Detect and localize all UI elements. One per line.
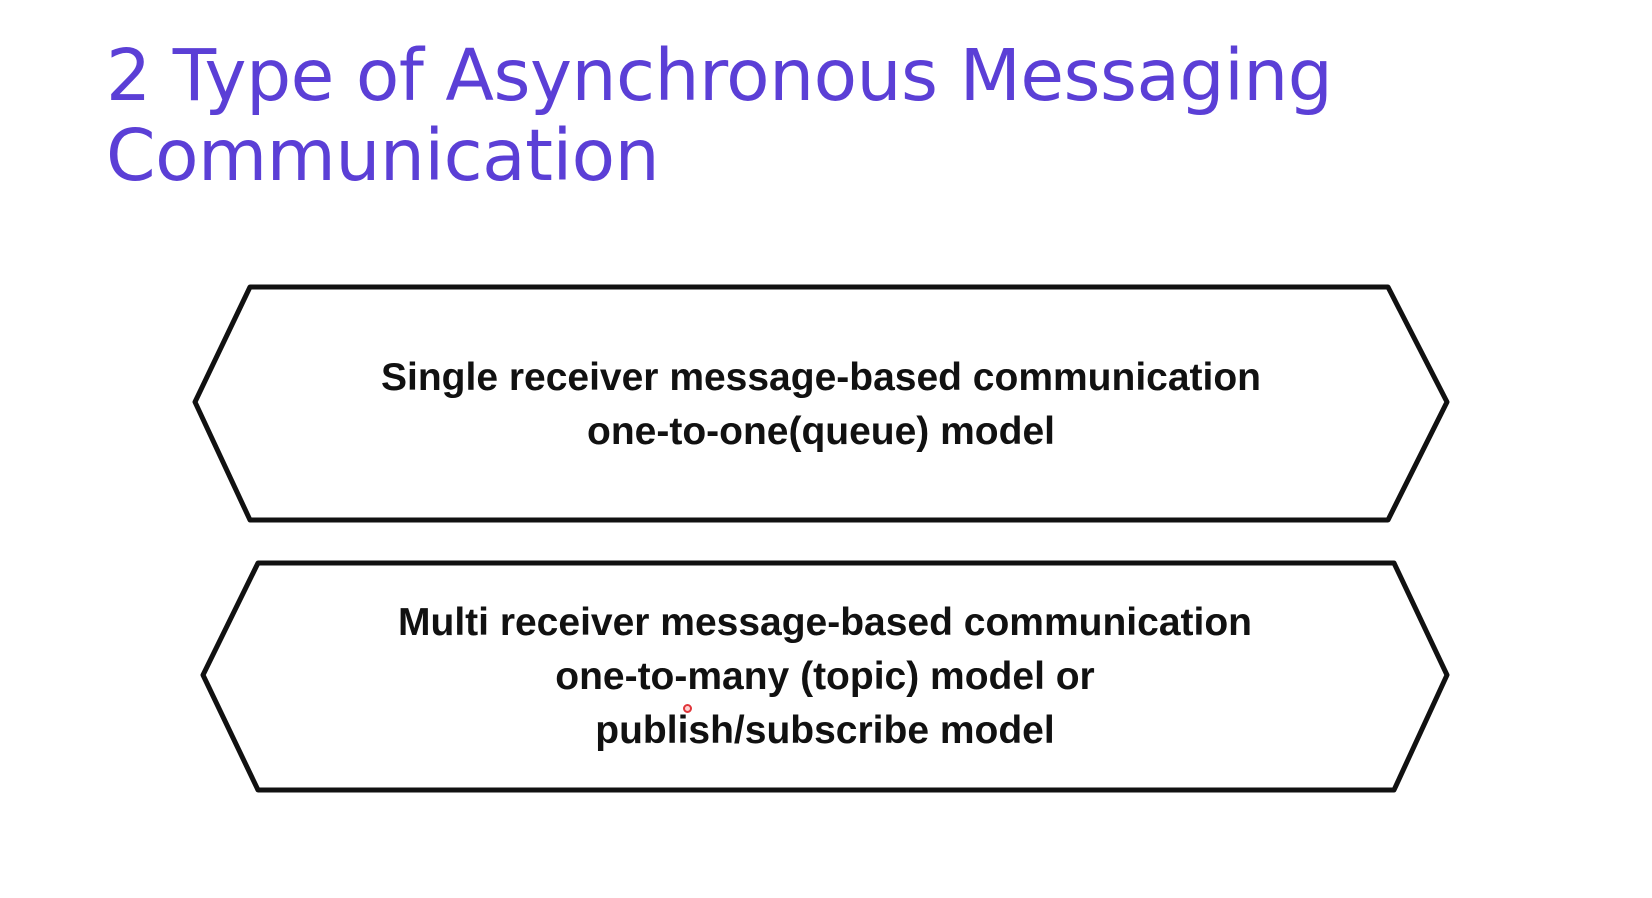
multi-receiver-line-1: Multi receiver message-based communicati… — [398, 601, 1252, 644]
slide-title: 2 Type of Asynchronous Messaging Communi… — [106, 36, 1586, 196]
slide-title-line-2: Communication — [106, 114, 660, 197]
multi-receiver-line-2: one-to-many (topic) model or — [555, 655, 1095, 698]
cursor-indicator-icon — [683, 704, 692, 713]
single-receiver-text: Single receiver message-based communicat… — [190, 282, 1452, 527]
multi-receiver-line-3: publish/subscribe model — [595, 709, 1055, 752]
single-receiver-shape: Single receiver message-based communicat… — [190, 282, 1452, 527]
single-receiver-line-2: one-to-one(queue) model — [587, 409, 1055, 453]
slide-title-line-1: 2 Type of Asynchronous Messaging — [106, 34, 1333, 117]
multi-receiver-text: Multi receiver message-based communicati… — [198, 558, 1452, 796]
single-receiver-line-1: Single receiver message-based communicat… — [380, 355, 1261, 399]
multi-receiver-shape: Multi receiver message-based communicati… — [198, 558, 1452, 796]
